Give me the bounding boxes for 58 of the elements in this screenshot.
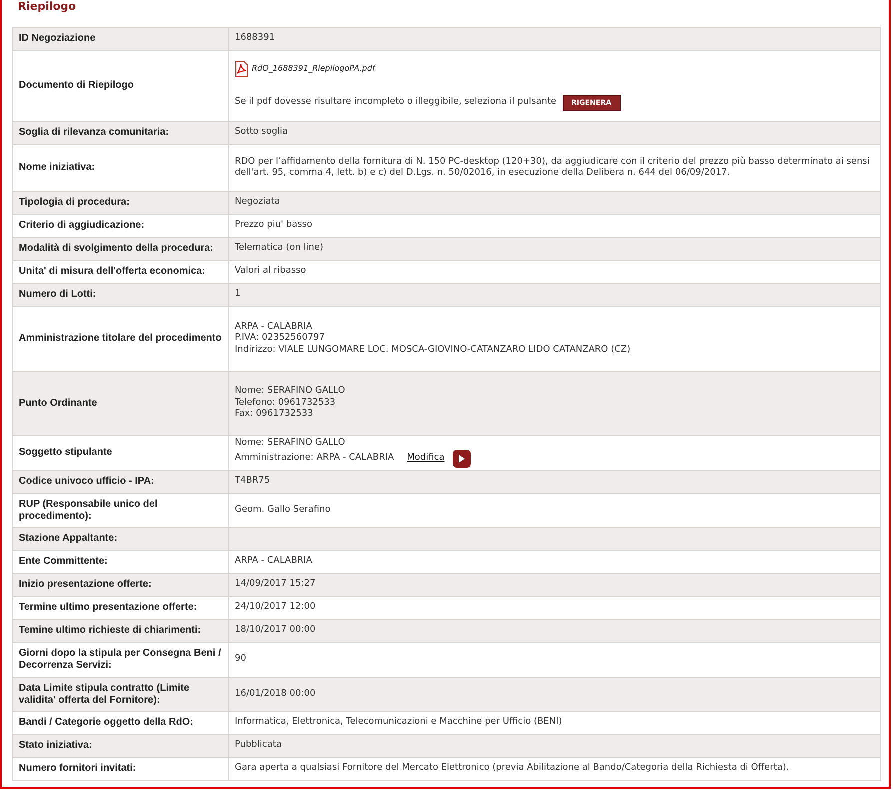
field-value: RDO per l’affidamento della fornitura di N. 150 PC-desktop (120+30), da aggiudicare con il criterio del prezzo più basso determinato ai sensi dell'art. 95, comma 4, lett. b) e c) del D.Lgs. n. 50/02016, in esecuzione della Delibera n. 644 del 06/09/2017.: [235, 156, 871, 180]
edit-link[interactable]: Modifica: [407, 453, 445, 464]
field-value: 14/09/2017 15:27: [235, 579, 317, 591]
field-label: Numero di Lotti:: [19, 289, 96, 301]
field-value: Prezzo piu' basso: [235, 220, 314, 232]
field-value: 24/10/2017 12:00: [235, 602, 317, 614]
field-label: Giorni dopo la stipula per Consegna Beni / Decorrenza Servizi:: [19, 648, 222, 672]
field-label: Modalità di svolgimento della procedura:: [19, 243, 214, 255]
field-label: Documento di Riepilogo: [19, 80, 134, 92]
field-value: T4BR75: [235, 476, 272, 488]
pdf-file-icon: [235, 61, 248, 77]
field-label: Ente Committente:: [19, 556, 108, 568]
field-label: Punto Ordinante: [19, 398, 98, 410]
section-title: Riepilogo: [18, 0, 78, 13]
field-value: Se il pdf dovesse risultare incompleto o illeggibile, seleziona il pulsante: [235, 97, 557, 109]
field-value: P.IVA: 02352560797: [235, 333, 326, 345]
field-label: Numero fornitori invitati:: [19, 763, 136, 775]
field-label: Soggetto stipulante: [19, 447, 112, 459]
field-label: Soglia di rilevanza comunitaria:: [19, 127, 170, 139]
field-label: Unita' di misura dell'offerta economica:: [19, 266, 206, 278]
field-label: Data Limite stipula contratto (Limite validita' offerta del Fornitore):: [19, 682, 191, 706]
field-value: 90: [235, 654, 248, 666]
field-value: Informatica, Elettronica, Telecomunicazioni e Macchine per Ufficio (BENI): [235, 717, 564, 729]
field-value: Geom. Gallo Serafino: [235, 504, 332, 516]
field-value: Telematica (on line): [235, 243, 325, 255]
field-label: ID Negoziazione: [19, 33, 96, 45]
field-value: Telefono: 0961732533: [235, 398, 337, 409]
field-value: 16/01/2018 00:00: [235, 688, 317, 700]
field-value: Gara aperta a qualsiasi Fornitore del Mercato Elettronico (previa Abilitazione al Bando/Categoria della Richiesta di Offerta).: [235, 763, 790, 775]
field-value: Nome: SERAFINO GALLO: [235, 438, 346, 450]
field-label: Amministrazione titolare del procedimento: [19, 333, 222, 345]
field-label: Codice univoco ufficio - IPA:: [19, 476, 154, 488]
arrow-button[interactable]: [452, 450, 471, 468]
field-value: Negoziata: [235, 197, 282, 209]
field-label: Nome iniziativa:: [19, 162, 96, 174]
field-value: Amministrazione: ARPA - CALABRIA: [235, 453, 394, 464]
field-value: Valori al ribasso: [235, 266, 308, 278]
field-value: 18/10/2017 00:00: [235, 625, 317, 637]
field-label: Termine ultimo presentazione offerte:: [19, 602, 198, 614]
field-label: RUP (Responsabile unico del procedimento):: [19, 498, 159, 522]
pdf-file-link[interactable]: RdO_1688391_RiepilogoPA.pdf: [252, 63, 376, 75]
play-triangle-icon: [458, 454, 465, 463]
field-value: ARPA - CALABRIA: [235, 556, 314, 568]
field-label: Criterio di aggiudicazione:: [19, 220, 145, 232]
field-value: Sotto soglia: [235, 127, 290, 139]
field-value: 1688391: [235, 33, 276, 45]
field-value: Pubblicata: [235, 740, 283, 752]
field-value: Nome: SERAFINO GALLO: [235, 386, 346, 398]
field-label: Tipologia di procedura:: [19, 197, 130, 209]
field-label: Temine ultimo richieste di chiarimenti:: [19, 625, 202, 637]
field-value: ARPA - CALABRIA: [235, 322, 314, 333]
field-value: Fax: 0961732533: [235, 409, 314, 421]
field-value: 1: [235, 289, 242, 301]
field-label: Stato iniziativa:: [19, 740, 92, 752]
field-label: Bandi / Categorie oggetto della RdO:: [19, 717, 194, 729]
field-value: Indirizzo: VIALE LUNGOMARE LOC. MOSCA-GIOVINO-CATANZARO LIDO CATANZARO (CZ): [235, 344, 632, 356]
field-label: Stazione Appaltante:: [19, 533, 118, 545]
field-label: Inizio presentazione offerte:: [19, 579, 152, 591]
